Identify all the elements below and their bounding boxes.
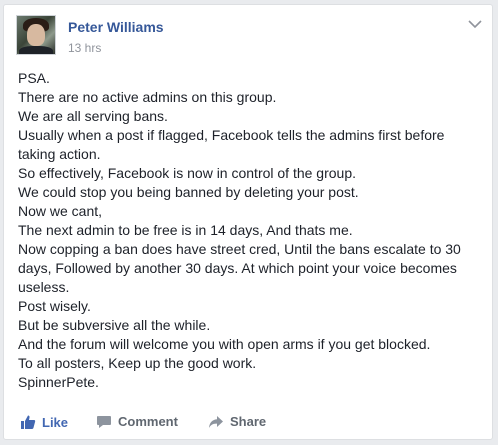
- post-card: Peter Williams 13 hrs PSA. There are no …: [3, 4, 493, 440]
- post-line: There are no active admins on this group…: [18, 89, 277, 105]
- like-label: Like: [42, 414, 69, 430]
- post-line: The next admin to be free is in 14 days,…: [18, 222, 353, 238]
- post-timestamp[interactable]: 13 hrs: [68, 41, 101, 55]
- avatar-face: [27, 24, 45, 46]
- post-line: SpinnerPete.: [18, 374, 99, 390]
- author-name[interactable]: Peter Williams: [68, 19, 164, 35]
- post-body: PSA. There are no active admins on this …: [18, 69, 480, 392]
- post-line: But be subversive all the while.: [18, 317, 211, 333]
- post-line: Usually when a post if flagged, Facebook…: [18, 127, 445, 143]
- post-line: And the forum will welcome you with open…: [18, 336, 431, 352]
- post-line: Now we cant,: [18, 203, 103, 219]
- like-button[interactable]: Like: [20, 414, 68, 430]
- post-line: days, Followed by another 30 days. At wh…: [18, 260, 457, 276]
- post-line: Now copping a ban does have street cred,…: [18, 241, 461, 257]
- post-line: We are all serving bans.: [18, 108, 168, 124]
- post-line: useless.: [18, 279, 70, 295]
- share-label: Share: [230, 414, 267, 429]
- post-line: We could stop you being banned by deleti…: [18, 184, 359, 200]
- post-line: To all posters, Keep up the good work.: [18, 355, 257, 371]
- comment-button[interactable]: Comment: [96, 414, 178, 429]
- post-line: Post wisely.: [18, 298, 91, 314]
- post-actions: Like Comment Share: [16, 410, 482, 432]
- thumbs-up-icon: [21, 415, 36, 429]
- avatar-shirt: [19, 46, 53, 54]
- share-button[interactable]: Share: [208, 414, 266, 429]
- post-line: So effectively, Facebook is now in contr…: [18, 165, 357, 181]
- avatar[interactable]: [16, 15, 56, 55]
- comment-icon: [97, 415, 111, 428]
- chevron-down-icon[interactable]: [468, 19, 482, 29]
- comment-label: Comment: [118, 414, 178, 429]
- post-line: taking action.: [18, 146, 101, 162]
- share-arrow-icon: [209, 415, 223, 428]
- post-line: PSA.: [18, 70, 50, 86]
